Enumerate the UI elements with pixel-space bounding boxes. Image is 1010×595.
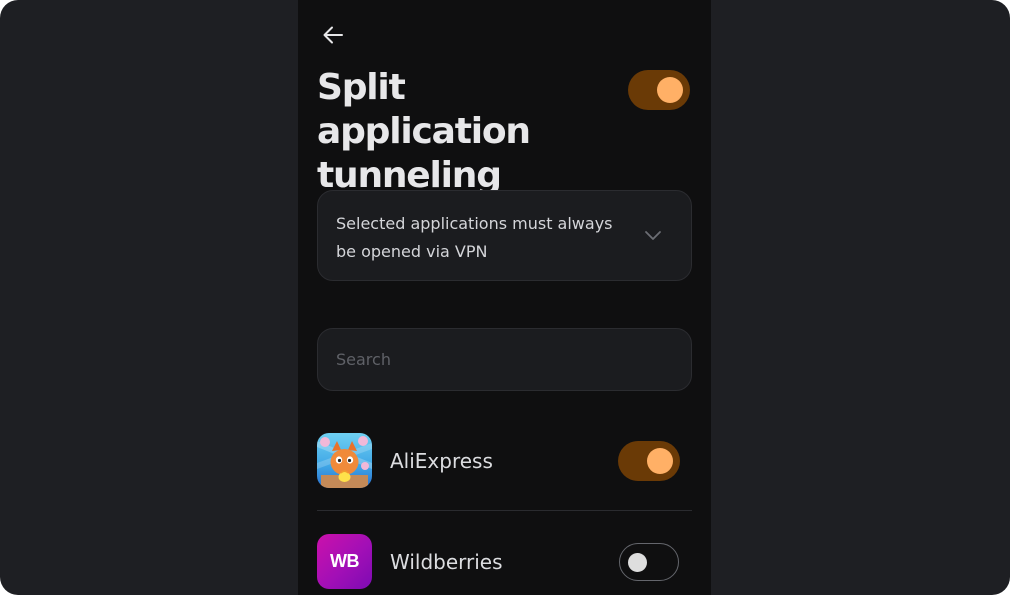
tunneling-mode-dropdown[interactable]: Selected applications must always be ope…	[317, 190, 692, 281]
divider	[317, 510, 692, 511]
app-window: Split application tunneling Selected app…	[0, 0, 1010, 595]
search-input[interactable]	[317, 328, 692, 391]
toggle-knob	[657, 77, 683, 103]
wildberries-app-icon: WB	[317, 534, 372, 589]
aliexpress-app-icon	[317, 433, 372, 488]
app-row-aliexpress: AliExpress	[317, 433, 692, 489]
wildberries-toggle[interactable]	[619, 543, 679, 581]
app-name: AliExpress	[390, 449, 493, 473]
app-name: Wildberries	[390, 550, 503, 574]
wildberries-logo-text: WB	[330, 551, 360, 571]
tunneling-mode-value: Selected applications must always be ope…	[336, 214, 613, 261]
settings-panel: Split application tunneling Selected app…	[298, 0, 711, 595]
chevron-down-icon	[645, 231, 661, 240]
app-row-wildberries: WB Wildberries	[317, 534, 692, 590]
toggle-knob	[647, 448, 673, 474]
page-title: Split application tunneling	[317, 67, 531, 196]
toggle-knob	[628, 553, 647, 572]
back-button[interactable]	[318, 20, 348, 50]
arrow-left-icon	[323, 26, 343, 44]
split-tunneling-toggle[interactable]	[628, 70, 690, 110]
aliexpress-toggle[interactable]	[618, 441, 680, 481]
